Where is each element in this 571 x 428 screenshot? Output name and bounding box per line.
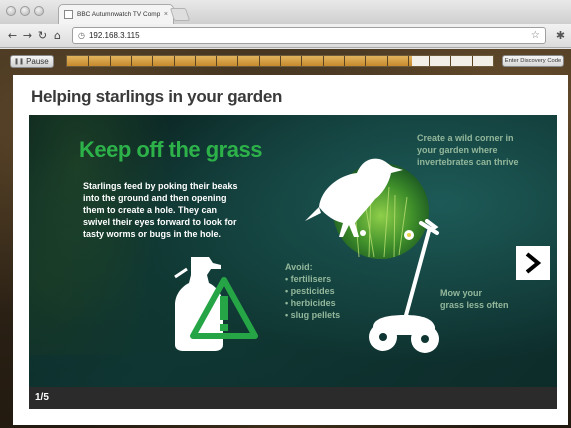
mow-tip: Mow your grass less often: [440, 288, 509, 310]
tab-title: BBC Autumnwatch TV Compa: [77, 11, 160, 18]
browser-toolbar: ← → ↻ ⌂ ◷ 192.168.3.115 ☆ ✱: [0, 24, 571, 48]
zoom-window-button[interactable]: [34, 6, 44, 16]
back-icon[interactable]: ←: [6, 29, 19, 42]
slide: Keep off the grass Starlings feed by pok…: [29, 115, 557, 409]
progress-segment-divider: [343, 56, 345, 66]
page-icon: [64, 10, 73, 19]
progress-segment-divider: [216, 56, 218, 66]
web-page: ❚❚ Pause Enter Discovery Code Helping st…: [0, 49, 571, 428]
avoid-title: Avoid:: [285, 262, 313, 272]
progress-segment-divider: [173, 56, 175, 66]
progress-segment-divider: [258, 56, 260, 66]
avoid-item: herbicides: [285, 297, 340, 309]
chevron-right-icon: [525, 252, 542, 274]
player-controls: ❚❚ Pause Enter Discovery Code: [10, 54, 571, 68]
progress-segment-divider: [429, 56, 431, 66]
window-controls: [6, 6, 44, 16]
progress-segment-divider: [407, 56, 409, 66]
page-icon: ◷: [78, 31, 85, 40]
discovery-code-button[interactable]: Enter Discovery Code: [502, 55, 564, 67]
lawnmower-icon: [369, 219, 439, 353]
progress-segment-divider: [322, 56, 324, 66]
progress-segment-divider: [237, 56, 239, 66]
progress-segment-divider: [152, 56, 154, 66]
next-slide-button[interactable]: [516, 246, 550, 280]
warning-triangle-icon: [190, 277, 258, 339]
avoid-item: fertilisers: [285, 273, 340, 285]
progress-segment-divider: [365, 56, 367, 66]
progress-segment-divider: [194, 56, 196, 66]
progress-segment-divider: [450, 56, 452, 66]
progress-segment-divider: [88, 56, 90, 66]
slide-footer: 1/5: [29, 387, 557, 409]
progress-segment-divider: [471, 56, 473, 66]
reload-icon[interactable]: ↻: [36, 29, 49, 42]
page-title: Helping starlings in your garden: [31, 87, 283, 106]
tab-close-icon[interactable]: ×: [164, 11, 168, 18]
slide-title: Keep off the grass: [79, 137, 262, 162]
slide-body-text: Starlings feed by poking their beaks int…: [83, 181, 238, 239]
new-tab-button[interactable]: [169, 8, 191, 21]
progress-segment-divider: [109, 56, 111, 66]
progress-segment-divider: [130, 56, 132, 66]
pause-label: Pause: [26, 56, 49, 66]
progress-segment-divider: [301, 56, 303, 66]
address-bar[interactable]: ◷ 192.168.3.115 ☆: [72, 27, 546, 44]
close-window-button[interactable]: [6, 6, 16, 16]
minimize-window-button[interactable]: [20, 6, 30, 16]
progress-bar[interactable]: [66, 55, 494, 67]
avoid-list: Avoid: fertilisers pesticides herbicides…: [285, 261, 340, 321]
progress-fill: [67, 56, 413, 66]
slide-counter: 1/5: [35, 392, 49, 403]
wild-corner-tip: Create a wild corner in your garden wher…: [417, 133, 519, 167]
forward-icon[interactable]: →: [21, 29, 34, 42]
avoid-item: pesticides: [285, 285, 340, 297]
star-icon[interactable]: ☆: [531, 30, 540, 41]
pause-button[interactable]: ❚❚ Pause: [10, 54, 54, 68]
content-panel: Helping starlings in your garden Keep of…: [13, 75, 568, 425]
browser-tab[interactable]: BBC Autumnwatch TV Compa ×: [58, 4, 174, 24]
tab-strip: BBC Autumnwatch TV Compa ×: [0, 0, 571, 24]
progress-segment-divider: [280, 56, 281, 66]
pause-icon: ❚❚: [14, 58, 25, 65]
progress-segment-divider: [386, 56, 388, 66]
avoid-item: slug pellets: [285, 309, 341, 321]
wrench-icon[interactable]: ✱: [556, 29, 565, 42]
browser-window: BBC Autumnwatch TV Compa × ← → ↻ ⌂ ◷ 192…: [0, 0, 571, 428]
url-text: 192.168.3.115: [88, 31, 140, 40]
home-icon[interactable]: ⌂: [51, 29, 64, 42]
